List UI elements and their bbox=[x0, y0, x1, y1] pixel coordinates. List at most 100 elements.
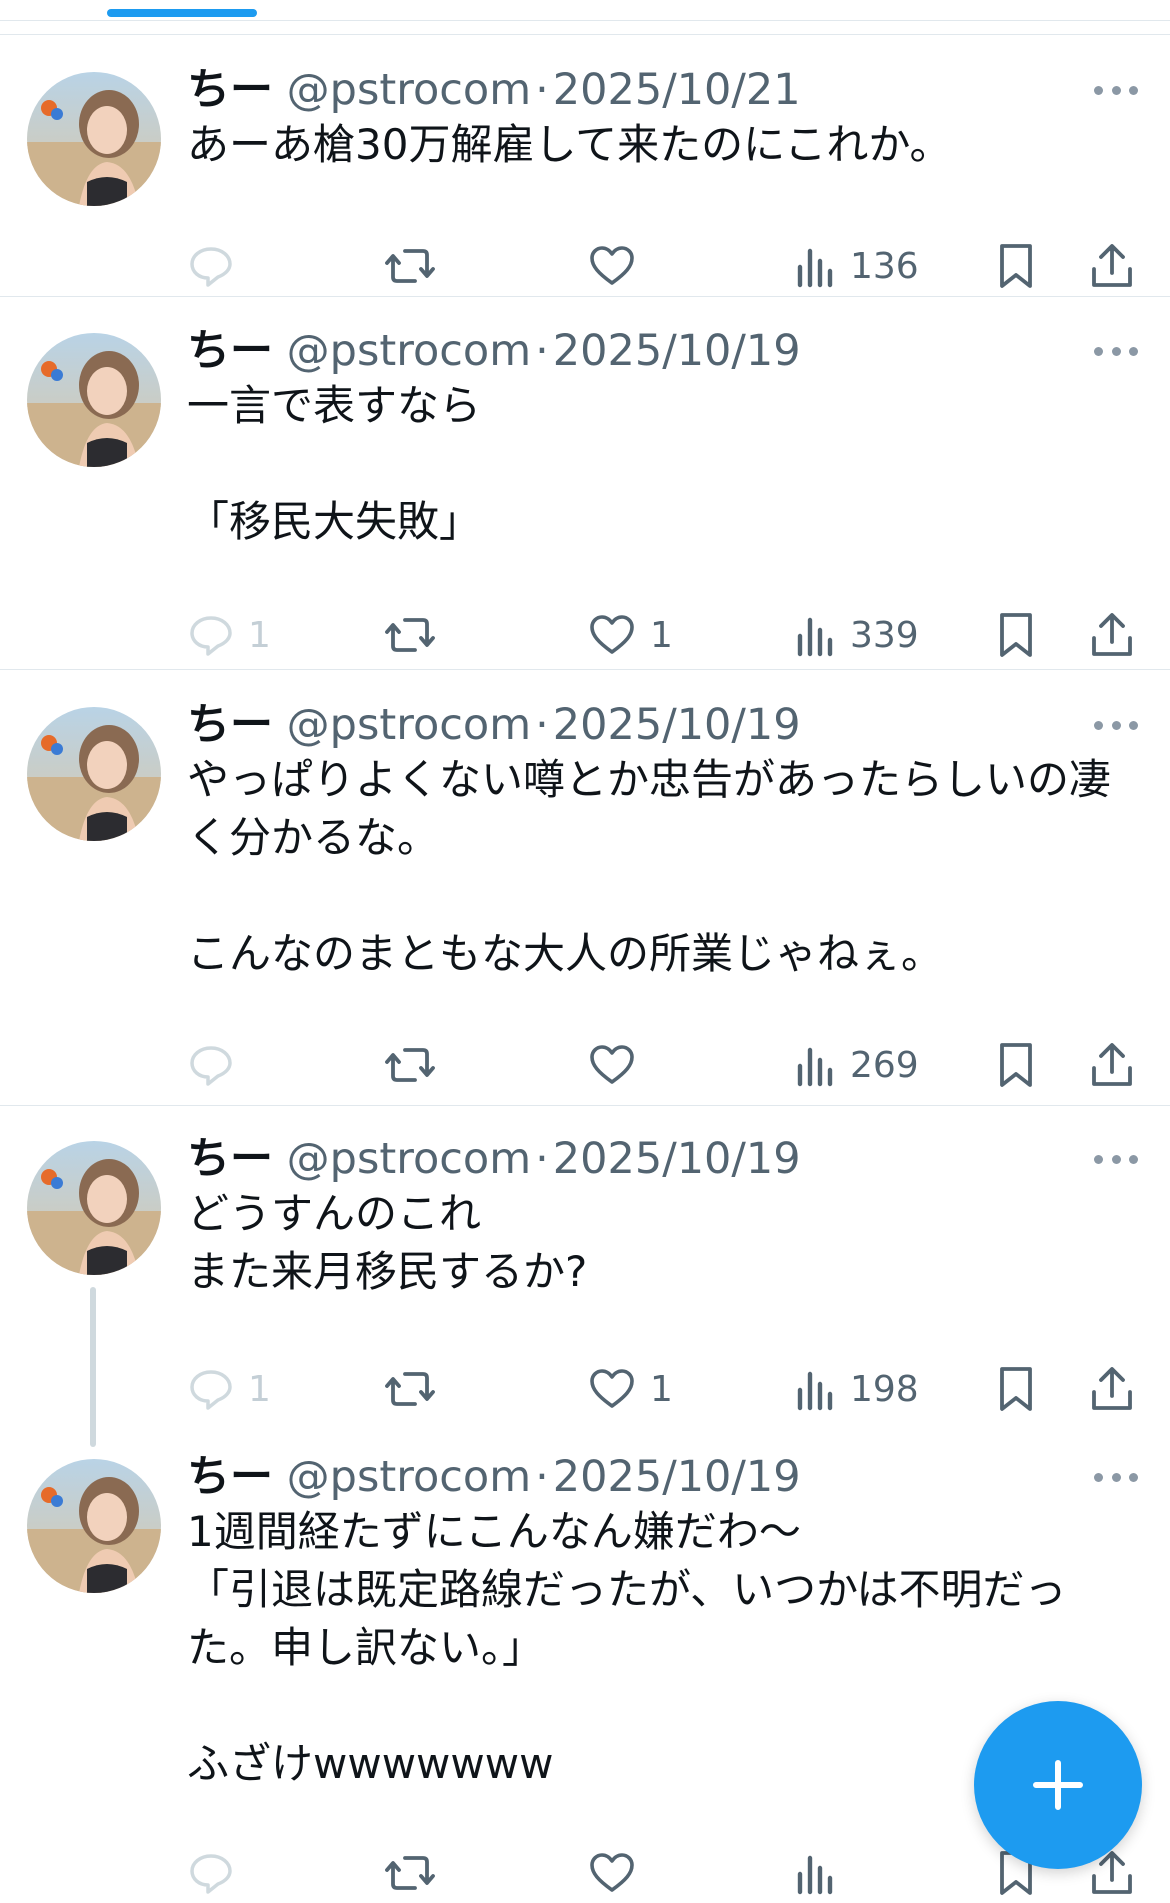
more-dots-icon[interactable] bbox=[1094, 715, 1138, 735]
share-button[interactable] bbox=[1090, 236, 1134, 296]
tweet-text-line: やっぱりよくない噂とか忠告があったらしいの凄 bbox=[187, 755, 1112, 804]
bookmark-icon bbox=[996, 1365, 1036, 1413]
like-button[interactable] bbox=[588, 1843, 650, 1903]
user-handle[interactable]: @pstrocom bbox=[287, 326, 531, 376]
tweet[interactable]: ちー @pstrocom·2025/10/19 やっぱりよくない噂とか忠告があった… bbox=[0, 671, 1170, 1106]
views-button[interactable]: 339 bbox=[796, 605, 919, 665]
display-name[interactable]: ちー bbox=[187, 1134, 273, 1184]
reply-count: 1 bbox=[248, 614, 271, 656]
share-button[interactable] bbox=[1090, 605, 1134, 665]
user-handle[interactable]: @pstrocom bbox=[287, 1452, 531, 1502]
bookmark-icon bbox=[996, 611, 1036, 659]
reply-bubble-icon bbox=[188, 243, 234, 289]
heart-icon bbox=[588, 1042, 636, 1088]
display-name[interactable]: ちー bbox=[187, 326, 273, 376]
tweet-text-line: どうすんのこれ bbox=[187, 1189, 482, 1238]
more-dots-icon[interactable] bbox=[1094, 341, 1138, 361]
retweet-icon bbox=[385, 1850, 435, 1896]
reply-bubble-icon bbox=[188, 612, 234, 658]
avatar[interactable] bbox=[27, 333, 161, 467]
retweet-button[interactable] bbox=[385, 1359, 449, 1419]
tweet-actions bbox=[0, 1843, 1170, 1903]
avatar[interactable] bbox=[27, 1459, 161, 1593]
views-count: 198 bbox=[850, 1368, 919, 1410]
tab-bar bbox=[0, 0, 1170, 21]
views-button[interactable]: 198 bbox=[796, 1359, 919, 1419]
display-name[interactable]: ちー bbox=[187, 700, 273, 750]
avatar[interactable] bbox=[27, 1141, 161, 1275]
more-dots-icon[interactable] bbox=[1094, 1149, 1138, 1169]
more-dots-icon[interactable] bbox=[1094, 1467, 1138, 1487]
bar-chart-icon bbox=[796, 243, 836, 289]
tweet-date[interactable]: 2025/10/19 bbox=[553, 326, 801, 376]
reply-button[interactable] bbox=[188, 1843, 248, 1903]
bar-chart-icon bbox=[796, 1366, 836, 1412]
tweet[interactable]: ちー @pstrocom·2025/10/21 あーあ槍30万解雇して来たのにこれ… bbox=[0, 36, 1170, 297]
like-button[interactable] bbox=[588, 236, 650, 296]
tweet-actions: 1 1 198 bbox=[0, 1359, 1170, 1419]
views-button[interactable]: 269 bbox=[796, 1035, 919, 1095]
retweet-icon bbox=[385, 1366, 435, 1412]
like-button[interactable]: 1 bbox=[588, 1359, 673, 1419]
tweet[interactable]: ちー @pstrocom·2025/10/19 どうすんのこれ また来月移民するか?… bbox=[0, 1105, 1170, 1455]
views-button[interactable]: 136 bbox=[796, 236, 919, 296]
tweet-text-line: 1週間経たずにこんなん嫌だわ〜 bbox=[187, 1507, 801, 1556]
bookmark-button[interactable] bbox=[996, 605, 1036, 665]
tweet-text-line: 一言で表すなら bbox=[187, 381, 482, 430]
reply-button[interactable] bbox=[188, 236, 248, 296]
avatar[interactable] bbox=[27, 707, 161, 841]
reply-button[interactable]: 1 bbox=[188, 1359, 271, 1419]
views-button[interactable] bbox=[796, 1843, 850, 1903]
bookmark-button[interactable] bbox=[996, 1035, 1036, 1095]
tweet-text-line: 「移民大失敗」 bbox=[187, 497, 482, 546]
like-count: 1 bbox=[650, 614, 673, 656]
tweet-header: ちー @pstrocom·2025/10/19 bbox=[187, 1133, 801, 1185]
tweet-text-line: く分かるな。 bbox=[187, 813, 440, 862]
tweet-date[interactable]: 2025/10/19 bbox=[553, 1134, 801, 1184]
user-handle[interactable]: @pstrocom bbox=[287, 65, 531, 115]
share-upload-icon bbox=[1090, 243, 1134, 289]
more-dots-icon[interactable] bbox=[1094, 80, 1138, 100]
share-button[interactable] bbox=[1090, 1035, 1134, 1095]
views-count: 136 bbox=[850, 245, 919, 287]
tweet-text-line: こんなのまともな大人の所業じゃねぇ。 bbox=[187, 929, 944, 978]
tweet-text: どうすんのこれ また来月移民するか? bbox=[187, 1185, 1127, 1301]
display-name[interactable]: ちー bbox=[187, 1452, 273, 1502]
retweet-icon bbox=[385, 612, 435, 658]
avatar[interactable] bbox=[27, 72, 161, 206]
compose-button[interactable] bbox=[974, 1701, 1142, 1869]
tweet-date[interactable]: 2025/10/19 bbox=[553, 700, 801, 750]
retweet-button[interactable] bbox=[385, 1843, 449, 1903]
separator-dot: · bbox=[535, 1134, 549, 1184]
user-handle[interactable]: @pstrocom bbox=[287, 1134, 531, 1184]
separator-dot: · bbox=[535, 1452, 549, 1502]
reply-button[interactable]: 1 bbox=[188, 605, 271, 665]
share-button[interactable] bbox=[1090, 1359, 1134, 1419]
tweet-date[interactable]: 2025/10/19 bbox=[553, 1452, 801, 1502]
views-count: 269 bbox=[850, 1044, 919, 1086]
display-name[interactable]: ちー bbox=[187, 65, 273, 115]
tweet[interactable]: ちー @pstrocom·2025/10/19 一言で表すなら 「移民大失敗」 1 1 3… bbox=[0, 297, 1170, 670]
like-button[interactable]: 1 bbox=[588, 605, 673, 665]
like-button[interactable] bbox=[588, 1035, 650, 1095]
bookmark-button[interactable] bbox=[996, 1359, 1036, 1419]
tweet-header: ちー @pstrocom·2025/10/21 bbox=[187, 64, 801, 116]
bookmark-button[interactable] bbox=[996, 236, 1036, 296]
bookmark-icon bbox=[996, 242, 1036, 290]
views-count: 339 bbox=[850, 614, 919, 656]
reply-bubble-icon bbox=[188, 1850, 234, 1896]
heart-icon bbox=[588, 612, 636, 658]
tweet-text-line: あーあ槍30万解雇して来たのにこれか。 bbox=[187, 120, 952, 169]
tweet-text: 一言で表すなら 「移民大失敗」 bbox=[187, 377, 1127, 551]
bookmark-icon bbox=[996, 1041, 1036, 1089]
reply-button[interactable] bbox=[188, 1035, 248, 1095]
tweet-date[interactable]: 2025/10/21 bbox=[553, 65, 801, 115]
retweet-icon bbox=[385, 243, 435, 289]
user-handle[interactable]: @pstrocom bbox=[287, 700, 531, 750]
retweet-button[interactable] bbox=[385, 236, 449, 296]
share-upload-icon bbox=[1090, 612, 1134, 658]
retweet-button[interactable] bbox=[385, 605, 449, 665]
retweet-button[interactable] bbox=[385, 1035, 449, 1095]
